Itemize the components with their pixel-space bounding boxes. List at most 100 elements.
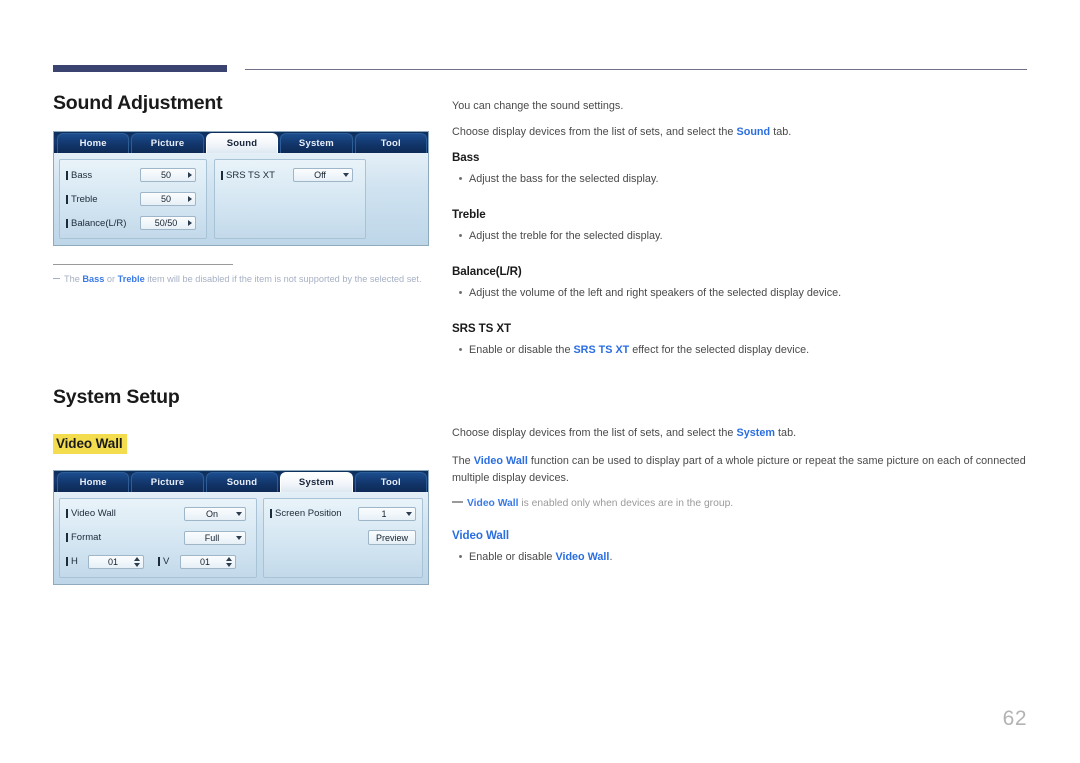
- osd-field-treble[interactable]: 50: [140, 192, 196, 206]
- bullet-tick-icon: [66, 557, 68, 567]
- inline-term-video-wall: Video Wall: [473, 455, 528, 468]
- osd-row-srs: SRS TS XT Off: [221, 165, 359, 185]
- osd-stepper-v[interactable]: 01: [180, 554, 236, 569]
- osd-label-format: Format: [66, 532, 184, 543]
- osd-panel-system: Home Picture Sound System Tool Video Wal…: [53, 469, 429, 585]
- stepper-arrows-icon[interactable]: [226, 556, 232, 567]
- page-title-system-setup: System Setup: [53, 385, 180, 408]
- osd-row-screen-position: Screen Position 1: [270, 504, 416, 524]
- tab-system[interactable]: System: [280, 471, 353, 492]
- osd-row-hv: H 01 V 01: [66, 552, 250, 572]
- osd-field-balance[interactable]: 50/50: [140, 216, 196, 230]
- heading-bass: Bass: [452, 151, 480, 165]
- osd-row-treble: Treble 50: [66, 189, 200, 209]
- tab-sound[interactable]: Sound: [205, 133, 279, 153]
- osd-value-srs: Off: [314, 170, 326, 180]
- osd-label-treble: Treble: [66, 194, 140, 205]
- bullet-dot-icon: •: [458, 551, 463, 564]
- footnote-dash-icon: [53, 277, 60, 279]
- osd-sound-pane-right: SRS TS XT Off: [214, 159, 366, 239]
- osd-field-bass[interactable]: 50: [140, 168, 196, 182]
- bullet-dot-icon: •: [458, 343, 463, 356]
- stepper-arrows-icon[interactable]: [134, 556, 140, 567]
- osd-row-spacer-1: [221, 189, 359, 209]
- bullet-video-wall: • Enable or disable Video Wall.: [452, 549, 1028, 566]
- osd-row-balance: Balance(L/R) 50/50: [66, 213, 200, 233]
- inline-term-sound: Sound: [736, 125, 771, 138]
- bullet-srs-text: Enable or disable the SRS TS XT effect f…: [469, 343, 810, 356]
- inline-term-system: System: [736, 427, 776, 440]
- osd-panel-sound: Home Picture Sound System Tool Bass 50 T…: [53, 131, 429, 246]
- osd-dropdown-srs[interactable]: Off: [293, 168, 353, 182]
- osd-dropdown-format[interactable]: Full: [184, 530, 246, 545]
- chevron-down-icon[interactable]: [343, 173, 349, 177]
- chevron-down-icon[interactable]: [236, 511, 242, 516]
- osd-value-video-wall: On: [205, 508, 218, 519]
- tab-tool[interactable]: Tool: [354, 133, 428, 153]
- osd-label-balance-text: Balance(L/R): [71, 217, 127, 229]
- video-wall-note-text: Video Wall is enabled only when devices …: [467, 497, 734, 509]
- osd-system-body: Video Wall On Format Full H 01 V 01 Scre…: [54, 491, 428, 584]
- osd-label-h: H: [66, 556, 88, 567]
- bullet-bass-text: Adjust the bass for the selected display…: [469, 173, 659, 186]
- highlight-label-video-wall: Video Wall: [53, 433, 127, 454]
- footnote-text: The Bass or Treble item will be disabled…: [64, 274, 422, 284]
- arrow-right-icon[interactable]: [188, 172, 192, 178]
- video-wall-description: The Video Wall function can be used to d…: [452, 455, 1026, 484]
- osd-label-treble-text: Treble: [71, 193, 98, 205]
- tab-system[interactable]: System: [280, 133, 353, 153]
- tab-tool[interactable]: Tool: [354, 471, 428, 492]
- osd-label-video-wall: Video Wall: [66, 508, 184, 519]
- osd-sound-body: Bass 50 Treble 50 Balance(L/R) 50/50 SRS…: [54, 153, 428, 245]
- tab-picture[interactable]: Picture: [131, 471, 204, 492]
- osd-label-v: V: [158, 556, 180, 567]
- tab-home[interactable]: Home: [57, 471, 130, 492]
- osd-label-v-text: V: [163, 556, 170, 568]
- bullet-bass: • Adjust the bass for the selected displ…: [452, 171, 1028, 188]
- left-column: Sound Adjustment Home Picture Sound Syst…: [53, 92, 433, 585]
- osd-value-bass: 50: [160, 170, 171, 180]
- tab-home[interactable]: Home: [57, 133, 130, 153]
- tab-picture[interactable]: Picture: [131, 133, 204, 153]
- osd-label-screen-position-text: Screen Position: [275, 508, 342, 520]
- bullet-tick-icon: [158, 557, 160, 567]
- tab-sound[interactable]: Sound: [205, 471, 279, 492]
- footnote-block: The Bass or Treble item will be disabled…: [53, 264, 422, 286]
- osd-row-spacer-3: [270, 552, 416, 572]
- bullet-dot-icon: •: [458, 173, 463, 186]
- bullet-tick-icon: [221, 170, 223, 180]
- osd-label-srs-text: SRS TS XT: [226, 169, 275, 181]
- osd-row-format: Format Full: [66, 528, 250, 548]
- video-wall-note: Video Wall is enabled only when devices …: [452, 496, 1028, 511]
- choose-sound-paragraph: Choose display devices from the list of …: [452, 125, 792, 138]
- osd-sound-pane-left: Bass 50 Treble 50 Balance(L/R) 50/50: [59, 159, 207, 239]
- arrow-right-icon[interactable]: [188, 220, 192, 226]
- osd-row-video-wall: Video Wall On: [66, 504, 250, 524]
- bullet-balance: • Adjust the volume of the left and righ…: [452, 285, 1028, 302]
- osd-dropdown-video-wall[interactable]: On: [184, 506, 246, 521]
- osd-row-bass: Bass 50: [66, 165, 200, 185]
- osd-label-h-text: H: [71, 556, 78, 568]
- osd-value-balance: 50/50: [154, 218, 178, 228]
- osd-row-preview: Preview: [270, 528, 416, 548]
- osd-row-spacer-2: [221, 213, 359, 233]
- choose-system-paragraph: Choose display devices from the list of …: [452, 427, 797, 440]
- chevron-down-icon[interactable]: [236, 535, 242, 540]
- preview-button[interactable]: Preview: [367, 530, 416, 546]
- heading-treble: Treble: [452, 208, 486, 222]
- bullet-treble: • Adjust the treble for the selected dis…: [452, 228, 1028, 245]
- bullet-treble-text: Adjust the treble for the selected displ…: [469, 230, 663, 243]
- arrow-right-icon[interactable]: [188, 196, 192, 202]
- chevron-down-icon[interactable]: [406, 511, 412, 516]
- osd-value-treble: 50: [160, 194, 171, 204]
- osd-label-balance: Balance(L/R): [66, 218, 140, 229]
- page-title-sound-adjustment: Sound Adjustment: [53, 92, 223, 114]
- osd-dropdown-screen-position[interactable]: 1: [358, 506, 416, 521]
- osd-value-h: 01: [107, 556, 118, 567]
- intro-paragraph: You can change the sound settings.: [452, 100, 624, 112]
- inline-term-srs: SRS TS XT: [573, 343, 630, 356]
- osd-stepper-h[interactable]: 01: [88, 554, 144, 569]
- osd-label-bass-text: Bass: [71, 169, 93, 181]
- osd-label-srs: SRS TS XT: [221, 170, 293, 181]
- inline-term-video-wall-note: Video Wall: [467, 497, 519, 509]
